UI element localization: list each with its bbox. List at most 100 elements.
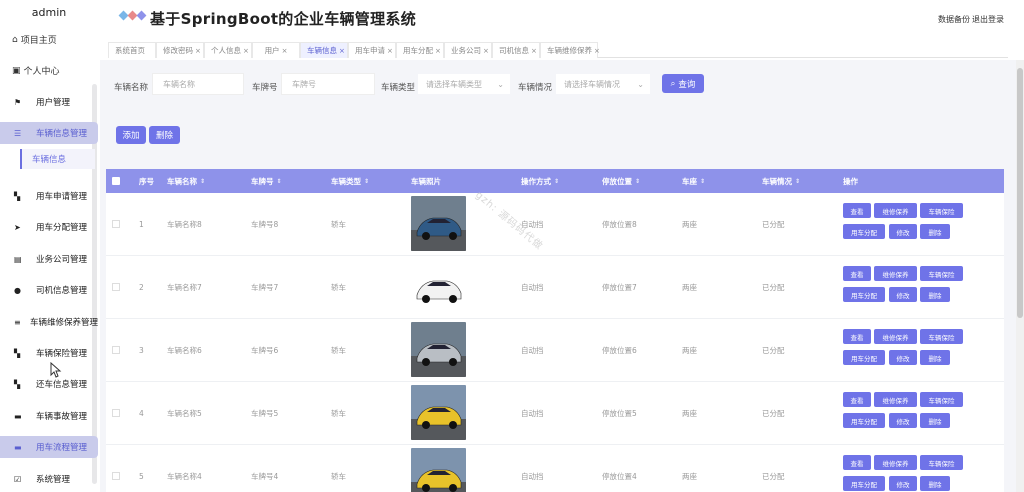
- view-button[interactable]: 查看: [843, 392, 871, 407]
- sidebar-item-users[interactable]: ⚑ 用户管理: [0, 91, 98, 113]
- row-delete-button[interactable]: 删除: [920, 224, 950, 239]
- tab-assign[interactable]: 用车分配 ×: [396, 42, 444, 58]
- col-seats[interactable]: 车座 ⇕: [682, 169, 705, 193]
- row-delete-button[interactable]: 删除: [920, 476, 950, 491]
- edit-button[interactable]: 修改: [889, 224, 917, 239]
- close-icon[interactable]: ×: [387, 47, 393, 55]
- sort-icon[interactable]: ⇕: [200, 178, 205, 185]
- sidebar-item-assign[interactable]: ➤ 用车分配管理: [0, 216, 98, 238]
- sidebar-item-insurance[interactable]: ▚ 车辆保险管理: [0, 342, 98, 364]
- plate-number-input[interactable]: 车牌号: [281, 73, 375, 95]
- row-checkbox[interactable]: [112, 346, 120, 354]
- sort-icon[interactable]: ⇕: [795, 178, 800, 185]
- cell-status: 已分配: [762, 409, 785, 418]
- cell-no: 1: [139, 220, 144, 229]
- select-all-checkbox[interactable]: [112, 177, 120, 185]
- add-button[interactable]: 添加: [116, 126, 146, 144]
- sidebar-subitem-vehicle-info[interactable]: 车辆信息: [20, 149, 95, 169]
- row-checkbox[interactable]: [112, 220, 120, 228]
- col-name[interactable]: 车辆名称 ⇕: [167, 169, 205, 193]
- sidebar-item-system[interactable]: ☑ 系统管理: [0, 468, 98, 490]
- edit-button[interactable]: 修改: [889, 413, 917, 428]
- sidebar-item-company[interactable]: ▤ 业务公司管理: [0, 248, 98, 270]
- view-button[interactable]: 查看: [843, 266, 871, 281]
- sort-icon[interactable]: ⇕: [635, 178, 640, 185]
- scrollbar-thumb[interactable]: [1017, 68, 1023, 318]
- row-checkbox[interactable]: [112, 472, 120, 480]
- tab-user[interactable]: 用户 ×: [252, 42, 300, 58]
- assign-button[interactable]: 用车分配: [843, 224, 885, 239]
- col-type[interactable]: 车辆类型 ⇕: [331, 169, 369, 193]
- row-delete-button[interactable]: 删除: [920, 350, 950, 365]
- logout-link[interactable]: 退出登录: [972, 14, 1004, 25]
- col-plate[interactable]: 车牌号 ⇕: [251, 169, 282, 193]
- row-delete-button[interactable]: 删除: [920, 413, 950, 428]
- view-button[interactable]: 查看: [843, 455, 871, 470]
- sort-icon[interactable]: ⇕: [277, 178, 282, 185]
- col-status[interactable]: 车辆情况 ⇕: [762, 169, 800, 193]
- search-button[interactable]: ⌕ 查询: [662, 74, 704, 93]
- close-icon[interactable]: ×: [282, 47, 288, 55]
- tab-profile[interactable]: 个人信息 ×: [204, 42, 252, 58]
- edit-button[interactable]: 修改: [889, 476, 917, 491]
- filter-plate-label: 车牌号: [252, 83, 278, 93]
- tab-driver[interactable]: 司机信息 ×: [492, 42, 540, 58]
- sidebar-item-maintenance[interactable]: ≡ 车辆维修保养管理: [0, 311, 98, 333]
- sidebar-item-process[interactable]: ▬ 用车流程管理: [0, 436, 98, 458]
- sidebar-item-home[interactable]: ⌂ 项目主页: [12, 33, 57, 47]
- tab-apply[interactable]: 用车申请 ×: [348, 42, 396, 58]
- view-button[interactable]: 查看: [843, 203, 871, 218]
- vehicle-status-select[interactable]: 请选择车辆情况 ⌄: [556, 74, 650, 94]
- assign-button[interactable]: 用车分配: [843, 413, 885, 428]
- sort-icon[interactable]: ⇕: [554, 178, 559, 185]
- vehicle-type-select[interactable]: 请选择车辆类型 ⌄: [418, 74, 510, 94]
- maintenance-button[interactable]: 维修保养: [874, 203, 917, 218]
- sort-icon[interactable]: ⇕: [700, 178, 705, 185]
- tab-home[interactable]: 系统首页: [108, 42, 156, 58]
- close-icon[interactable]: ×: [483, 47, 489, 55]
- sidebar-item-accident[interactable]: ▬ 车辆事故管理: [0, 405, 98, 427]
- insurance-button[interactable]: 车辆保险: [920, 455, 963, 470]
- delete-button[interactable]: 删除: [149, 126, 180, 144]
- sidebar-item-apply[interactable]: ▚ 用车申请管理: [0, 185, 98, 207]
- insurance-button[interactable]: 车辆保险: [920, 329, 963, 344]
- sort-icon[interactable]: ⇕: [364, 178, 369, 185]
- row-checkbox[interactable]: [112, 283, 120, 291]
- close-icon[interactable]: ×: [243, 47, 249, 55]
- sidebar-item-vehicle-info[interactable]: ☰ 车辆信息管理: [0, 122, 98, 144]
- col-transmission[interactable]: 操作方式 ⇕: [521, 169, 559, 193]
- insurance-button[interactable]: 车辆保险: [920, 203, 963, 218]
- backup-link[interactable]: 数据备份: [938, 14, 970, 25]
- close-icon[interactable]: ×: [594, 47, 600, 55]
- maintenance-button[interactable]: 维修保养: [874, 455, 917, 470]
- tab-vehicle-info[interactable]: 车辆信息 ×: [300, 42, 348, 58]
- close-icon[interactable]: ×: [195, 47, 201, 55]
- col-photo: 车辆照片: [411, 176, 441, 186]
- sidebar-item-return[interactable]: ▚ 还车信息管理: [0, 373, 98, 395]
- maintenance-button[interactable]: 维修保养: [874, 266, 917, 281]
- close-icon[interactable]: ×: [531, 47, 537, 55]
- sidebar-item-driver[interactable]: ● 司机信息管理: [0, 279, 98, 301]
- edit-button[interactable]: 修改: [889, 287, 917, 302]
- row-delete-button[interactable]: 删除: [920, 287, 950, 302]
- assign-button[interactable]: 用车分配: [843, 287, 885, 302]
- assign-button[interactable]: 用车分配: [843, 350, 885, 365]
- close-icon[interactable]: ×: [339, 47, 345, 55]
- maintenance-button[interactable]: 维修保养: [874, 392, 917, 407]
- insurance-button[interactable]: 车辆保险: [920, 392, 963, 407]
- insurance-button[interactable]: 车辆保险: [920, 266, 963, 281]
- tab-company[interactable]: 业务公司 ×: [444, 42, 492, 58]
- edit-button[interactable]: 修改: [889, 350, 917, 365]
- vehicle-photo: [411, 448, 466, 492]
- close-icon[interactable]: ×: [435, 47, 441, 55]
- vehicle-name-input[interactable]: 车辆名称: [152, 73, 244, 95]
- row-checkbox[interactable]: [112, 409, 120, 417]
- sidebar-item-profile[interactable]: ▣ 个人中心: [12, 64, 60, 78]
- maintenance-button[interactable]: 维修保养: [874, 329, 917, 344]
- main-scrollbar[interactable]: [1016, 60, 1024, 492]
- tab-maintenance[interactable]: 车辆维修保养 ×: [540, 42, 600, 58]
- view-button[interactable]: 查看: [843, 329, 871, 344]
- tab-password[interactable]: 修改密码 ×: [156, 42, 204, 58]
- assign-button[interactable]: 用车分配: [843, 476, 885, 491]
- col-parking[interactable]: 停放位置 ⇕: [602, 169, 640, 193]
